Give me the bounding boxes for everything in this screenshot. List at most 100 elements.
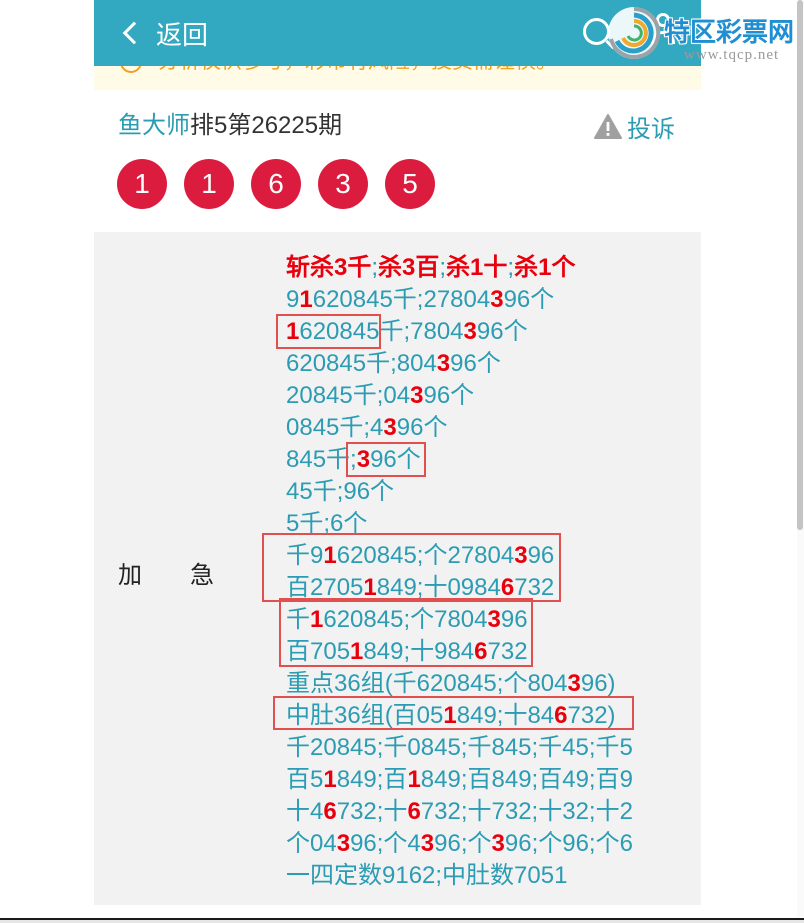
analysis-line: 一四定数9162;中肚数7051 [286, 860, 633, 892]
line-text: 百705 [286, 638, 351, 665]
post-title: 鱼大师排5第26225期 [118, 108, 342, 144]
chevron-left-icon[interactable] [122, 21, 146, 45]
back-label[interactable]: 返回 [156, 15, 208, 52]
watermark-name: 特区彩票网 [664, 17, 795, 47]
line-text: 620845;个7804 [323, 606, 488, 633]
line-text: 732;十732;十32;十2 [420, 798, 633, 825]
highlight-text: 斩杀3千 [286, 254, 372, 281]
line-text: 千;7804 [379, 318, 464, 345]
number-ball: 5 [385, 159, 435, 209]
line-text: 千9 [286, 542, 324, 569]
line-text: 5千;6个 [286, 510, 368, 537]
line-text: 9 [286, 286, 300, 313]
line-text: 中肚36组(百05 [286, 702, 444, 729]
report-button[interactable]: 投诉 [594, 108, 675, 144]
highlight-text: 3 [410, 382, 424, 409]
scrollbar-thumb[interactable] [797, 0, 803, 530]
highlight-text: 3 [383, 414, 397, 441]
marked-segment: 1620845 [276, 314, 382, 349]
line-text: 849;十84 [456, 702, 555, 729]
swirl-logo-icon [608, 6, 661, 59]
line-text: 620845;个27804 [336, 542, 515, 569]
marked-group: 中肚36组(百051849;十846732) [273, 696, 634, 732]
analysis-panel: 加 急 斩杀3千;杀3百;杀1十;杀1个 91620845千;27804396个 1… [94, 232, 701, 905]
page-column: 返回 分析仅供参考，彩市有风险，投资需谨慎。 鱼大师排5第26225期 投诉 1… [94, 0, 701, 910]
line-text: 96个 [476, 318, 528, 345]
analysis-line: 百7051849;十9846732 [286, 636, 528, 668]
highlight-text: 3 [420, 830, 435, 857]
watermark-url: www.tqcp.net [684, 47, 780, 63]
highlight-text: 1 [310, 606, 324, 633]
highlight-text: 1 [323, 766, 337, 793]
report-label[interactable]: 投诉 [627, 109, 675, 144]
analysis-lines: 斩杀3千;杀3百;杀1十;杀1个 91620845千;27804396个 16208… [262, 252, 634, 892]
highlight-text: 3 [514, 542, 528, 569]
number-ball: 6 [251, 159, 301, 209]
warning-triangle-icon[interactable] [594, 113, 622, 139]
highlight-text: 杀3百 [378, 254, 440, 281]
back-button[interactable]: 返回 [118, 0, 208, 66]
line-text: 732) [567, 702, 616, 729]
line-text: 96;个 [434, 830, 492, 857]
line-text: 十4 [286, 798, 324, 825]
line-text: 96 [500, 606, 528, 633]
analysis-line: 重点36组(千620845;个804396) [286, 668, 633, 700]
analysis-line: 620845千;804396个 [286, 348, 633, 380]
highlight-text: 1 [443, 702, 457, 729]
line-text: 96个 [423, 382, 475, 409]
line-text: 620845千;804 [286, 350, 437, 377]
highlight-text: 3 [356, 446, 371, 473]
line-text: 849;十0984 [376, 574, 501, 601]
line-text: 百5 [286, 766, 324, 793]
line-text: 849;百 [336, 766, 408, 793]
line-text: 96) [580, 670, 616, 697]
analysis-line: 0845千;4396个 [286, 412, 633, 444]
highlight-text: 1 [350, 638, 364, 665]
line-text: 45千;96个 [286, 478, 395, 505]
line-text: 96个 [503, 286, 555, 313]
highlight-text: 1 [299, 286, 313, 313]
line-text: 千 [286, 606, 310, 633]
analysis-label: 加 急 [118, 561, 214, 589]
line-text: 620845千;27804 [312, 286, 491, 313]
line-text: 20845千;04 [286, 382, 411, 409]
highlight-text: 杀1个 [514, 254, 576, 281]
analysis-line: 斩杀3千;杀3百;杀1十;杀1个 [286, 252, 633, 284]
scrollbar[interactable] [797, 0, 804, 917]
site-watermark: 特区彩票网 www.tqcp.net [606, 5, 796, 65]
highlight-text: 6 [323, 798, 337, 825]
line-text: 一四定数9162;中肚数7051 [286, 862, 568, 889]
line-text: 732 [514, 574, 555, 601]
line-text: 0845千;4 [286, 414, 384, 441]
highlight-text: 6 [500, 574, 515, 601]
analysis-line: 个04396;个4396;个396;个96;个6 [286, 828, 633, 860]
analysis-line: 45千;96个 [286, 476, 633, 508]
highlight-text: 1 [407, 766, 421, 793]
number-ball: 3 [318, 159, 368, 209]
highlight-text: 6 [474, 638, 488, 665]
line-text: 96;个4 [350, 830, 421, 857]
analysis-line: 20845千;04396个 [286, 380, 633, 412]
draw-numbers: 1 1 6 3 5 [117, 159, 452, 209]
line-text: 96个 [370, 446, 421, 473]
analysis-line: 1620845 千;7804396个 [276, 314, 633, 349]
marked-group: 千91620845;个27804396 百27051849;十09846732 [262, 533, 562, 604]
highlight-text: 3 [436, 350, 451, 377]
line-text: 849;百849;百49;百9 [420, 766, 633, 793]
line-text: 732;十 [336, 798, 408, 825]
highlight-text: 3 [491, 830, 505, 857]
analysis-line: 百27051849;十09846732 [286, 572, 554, 604]
line-text: 849;十984 [363, 638, 475, 665]
analysis-line: 十46732;十6732;十732;十32;十2 [286, 796, 633, 828]
analysis-line: 千91620845;个27804396 [286, 540, 554, 572]
highlight-text: 1 [286, 318, 300, 345]
marked-segment: ;396个 [346, 442, 426, 477]
expert-link[interactable]: 鱼大师 [118, 112, 190, 139]
line-text: ; [350, 446, 357, 473]
highlight-text: 3 [567, 670, 581, 697]
analysis-line: 845千;396个 [286, 442, 633, 477]
analysis-line: 5千;6个 [286, 508, 633, 540]
highlight-text: 3 [490, 286, 504, 313]
highlight-text: 6 [554, 702, 568, 729]
highlight-text: 3 [463, 318, 477, 345]
